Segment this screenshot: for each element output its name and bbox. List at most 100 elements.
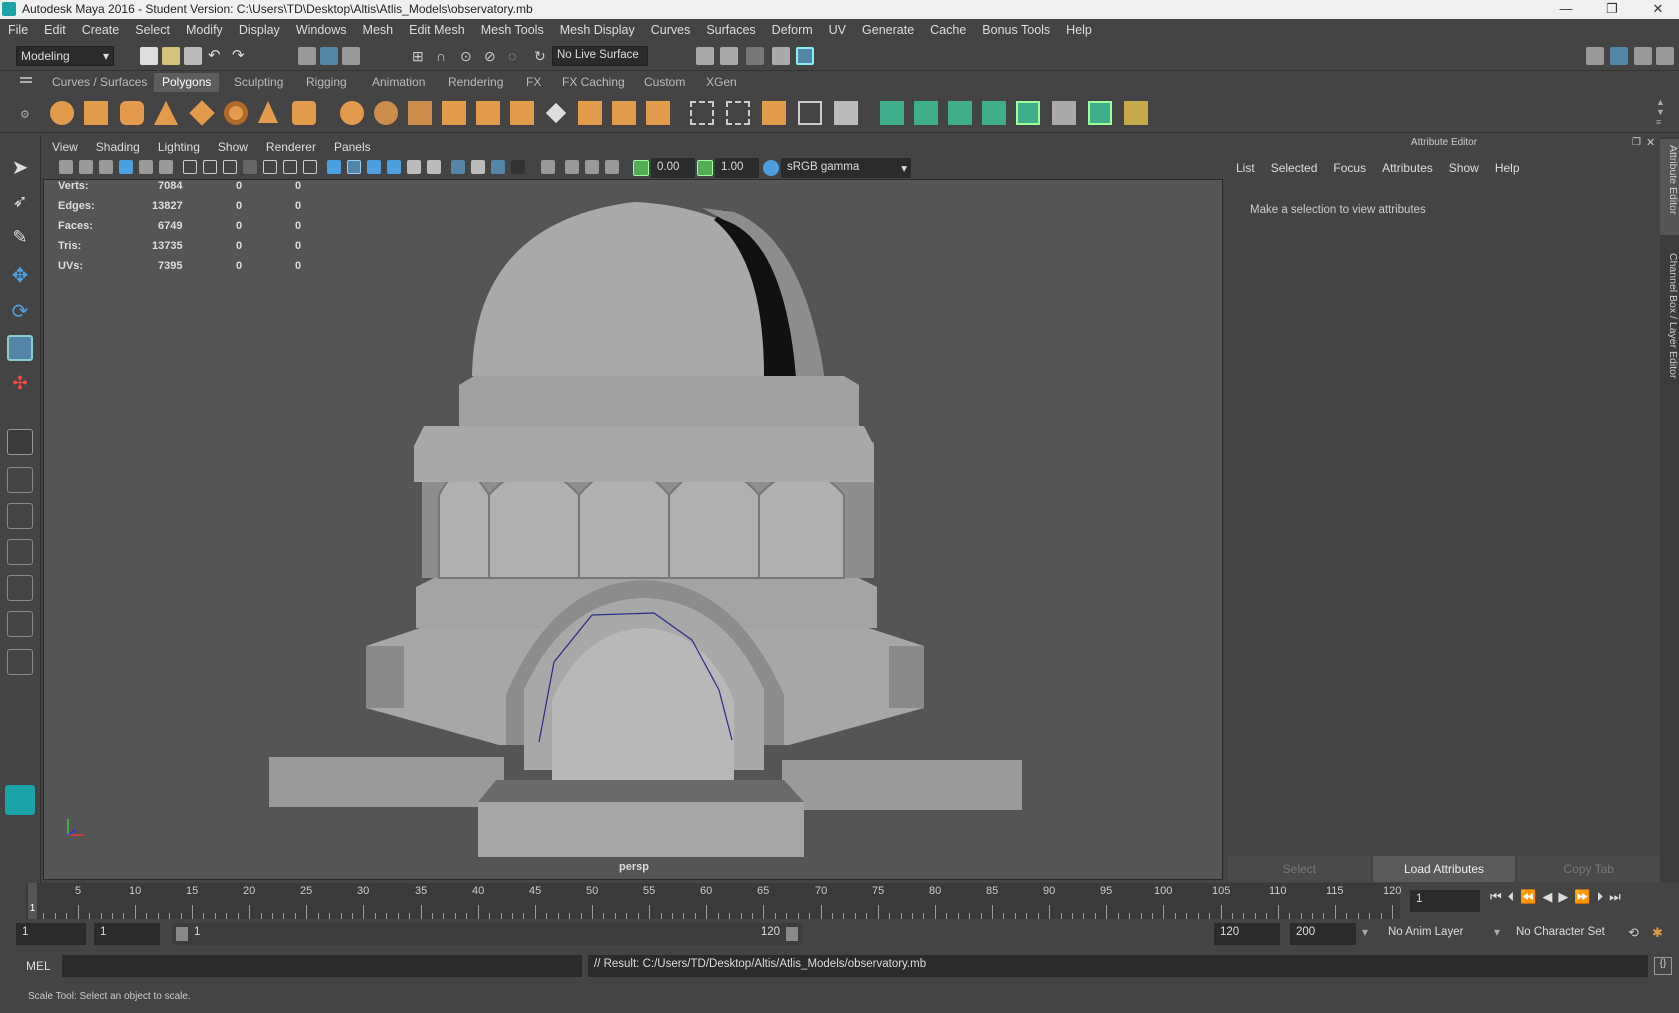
save-scene-icon[interactable]	[184, 47, 202, 65]
snap-view-plane-icon[interactable]: ⊘	[484, 48, 496, 65]
separate-icon[interactable]	[374, 101, 398, 125]
multisample-aa-icon[interactable]	[491, 160, 505, 174]
smooth-shade-icon[interactable]	[347, 160, 361, 174]
fill-hole-icon[interactable]	[646, 101, 670, 125]
bookmark-icon[interactable]	[99, 160, 113, 174]
menu-uv[interactable]: UV	[821, 23, 854, 37]
play-forward-icon[interactable]: ▶	[1558, 889, 1574, 904]
safe-title-icon[interactable]	[303, 160, 317, 174]
live-surface-field[interactable]: No Live Surface	[552, 46, 648, 66]
poly-cone-icon[interactable]	[154, 101, 178, 125]
grease-pencil-icon[interactable]	[159, 160, 173, 174]
script-language-toggle[interactable]: MEL	[26, 959, 51, 973]
four-view-layout-icon[interactable]	[7, 467, 33, 493]
2d-pan-zoom-icon[interactable]	[139, 160, 153, 174]
select-tool-icon[interactable]: ➤	[7, 155, 33, 181]
persp-graph-layout-icon[interactable]	[7, 539, 33, 565]
grid-icon[interactable]	[183, 160, 197, 174]
poly-cylinder-icon[interactable]	[120, 101, 144, 125]
film-gate-icon[interactable]	[203, 160, 217, 174]
chevron-down-icon[interactable]: ▾	[1494, 925, 1500, 939]
viewport-menu-panels[interactable]: Panels	[325, 140, 380, 154]
undo-icon[interactable]: ↶	[208, 46, 221, 64]
maya-home-icon[interactable]	[5, 785, 35, 815]
step-forward-frame-icon[interactable]: ⏵	[1597, 889, 1610, 904]
animation-start-field[interactable]: 1	[16, 923, 86, 945]
menu-create[interactable]: Create	[74, 23, 128, 37]
extrude-icon[interactable]	[476, 101, 500, 125]
viewport-menu-view[interactable]: View	[43, 140, 87, 154]
offset-edge-loop-icon[interactable]	[726, 101, 750, 125]
select-object-icon[interactable]	[320, 47, 338, 65]
xray-components-icon[interactable]	[605, 160, 619, 174]
copy-tab-button[interactable]: Copy Tab	[1517, 856, 1661, 882]
append-polygon-icon[interactable]	[612, 101, 636, 125]
ae-menu-show[interactable]: Show	[1441, 161, 1487, 175]
poly-plane-icon[interactable]	[189, 100, 215, 126]
wireframe-on-shaded-icon[interactable]	[367, 160, 381, 174]
automatic-mapping-icon[interactable]	[982, 101, 1006, 125]
poly-cube-icon[interactable]	[84, 101, 108, 125]
boolean-icon[interactable]	[442, 101, 466, 125]
menu-help[interactable]: Help	[1058, 23, 1100, 37]
planar-mapping-icon[interactable]	[880, 101, 904, 125]
menu-cache[interactable]: Cache	[922, 23, 974, 37]
auto-key-icon[interactable]: ⟲	[1628, 925, 1639, 941]
new-scene-icon[interactable]	[140, 47, 158, 65]
anim-layer-dropdown[interactable]: No Anim Layer	[1382, 923, 1492, 945]
gate-mask-icon[interactable]	[243, 160, 257, 174]
single-perspective-layout-icon[interactable]	[7, 429, 33, 455]
shelf-tab-animation[interactable]: Animation	[364, 73, 433, 92]
shelf-tab-curves-surfaces[interactable]: Curves / Surfaces	[44, 73, 155, 92]
snap-grid-icon[interactable]: ⊞	[412, 48, 424, 65]
insert-edge-loop-icon[interactable]	[690, 101, 714, 125]
snap-surface-icon[interactable]: ◌	[508, 48, 516, 64]
last-tool-icon[interactable]: ✣	[7, 373, 33, 399]
select-hierarchy-icon[interactable]	[298, 47, 316, 65]
gamma-icon[interactable]	[697, 160, 713, 176]
isolate-select-icon[interactable]	[541, 160, 555, 174]
animation-end-field[interactable]: 200	[1290, 923, 1356, 945]
menu-bonus-tools[interactable]: Bonus Tools	[974, 23, 1058, 37]
current-frame-field[interactable]: 1	[1410, 890, 1480, 912]
ae-menu-focus[interactable]: Focus	[1325, 161, 1374, 175]
load-attributes-button[interactable]: Load Attributes	[1372, 856, 1516, 882]
xray-joints-icon[interactable]	[585, 160, 599, 174]
open-scene-icon[interactable]	[162, 47, 180, 65]
render-settings-icon[interactable]	[772, 47, 790, 65]
shelf-tab-fx[interactable]: FX	[518, 73, 549, 92]
mirror-icon[interactable]	[834, 101, 858, 125]
textured-icon[interactable]	[387, 160, 401, 174]
poly-torus-icon[interactable]	[224, 101, 248, 125]
hypershade-icon[interactable]	[796, 47, 814, 65]
character-set-dropdown[interactable]: No Character Set	[1510, 923, 1624, 945]
snap-live-icon[interactable]: ↻	[534, 48, 546, 65]
shelf-options-icon[interactable]: ⚙	[20, 108, 30, 121]
poly-pyramid-icon[interactable]	[258, 101, 278, 123]
snap-curve-icon[interactable]: ∩	[436, 48, 446, 64]
paint-select-tool-icon[interactable]: ✎	[7, 227, 33, 253]
ipr-render-icon[interactable]	[746, 47, 764, 65]
step-back-key-icon[interactable]: ⏪	[1520, 889, 1542, 904]
time-ruler[interactable]: 5 10 15 20 25 30 35 40 45 50 55 60 65 70 75 80 85 90 95 100…	[26, 883, 1401, 919]
combine-icon[interactable]	[340, 101, 364, 125]
cylindrical-mapping-icon[interactable]	[914, 101, 938, 125]
shelf-tab-fx-caching[interactable]: FX Caching	[554, 73, 633, 92]
menu-surfaces[interactable]: Surfaces	[698, 23, 763, 37]
ae-menu-selected[interactable]: Selected	[1263, 161, 1326, 175]
bevel-icon[interactable]	[578, 101, 602, 125]
field-chart-icon[interactable]	[263, 160, 277, 174]
target-weld-icon[interactable]	[762, 101, 786, 125]
menu-mesh-tools[interactable]: Mesh Tools	[473, 23, 552, 37]
modeling-toolkit-icon[interactable]	[1586, 47, 1604, 65]
lasso-tool-icon[interactable]: ➶	[7, 191, 33, 217]
menu-edit[interactable]: Edit	[36, 23, 74, 37]
minimize-button[interactable]: —	[1546, 0, 1586, 19]
tab-attribute-editor[interactable]: Attribute Editor	[1660, 139, 1679, 235]
screen-space-ao-icon[interactable]	[451, 160, 465, 174]
channel-box-icon[interactable]	[1656, 47, 1674, 65]
menu-mesh[interactable]: Mesh	[355, 23, 402, 37]
go-to-start-icon[interactable]: ⏮	[1490, 889, 1508, 904]
shelf-tab-custom[interactable]: Custom	[636, 73, 693, 92]
cut-uv-icon[interactable]	[1016, 101, 1040, 125]
